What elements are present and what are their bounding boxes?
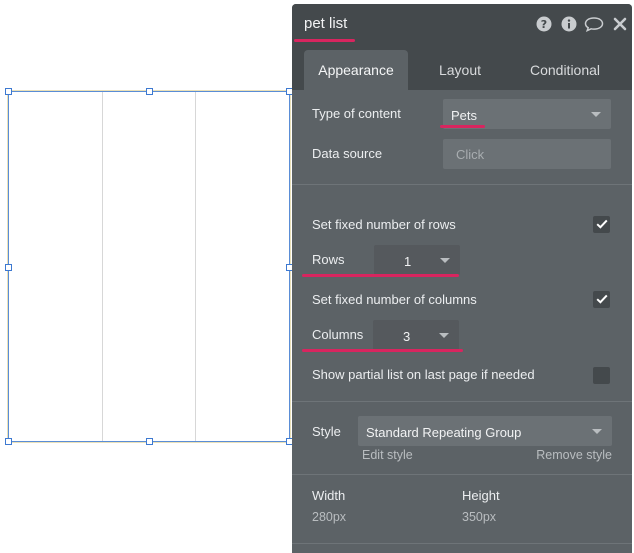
chevron-down-icon [591, 112, 601, 117]
tab-layout[interactable]: Layout [418, 50, 502, 90]
rows-highlight [302, 274, 459, 277]
comment-icon[interactable] [584, 16, 604, 32]
info-icon[interactable] [561, 16, 577, 32]
svg-text:?: ? [541, 18, 547, 31]
chevron-down-icon [592, 429, 602, 434]
style-label: Style [312, 424, 341, 439]
rows-label: Rows [312, 252, 345, 267]
height-label: Height [462, 488, 500, 503]
section-divider [292, 543, 632, 544]
height-value: 350px [462, 510, 497, 524]
rows-dropdown[interactable]: 1 [374, 245, 460, 275]
section-divider [292, 184, 632, 185]
style-value: Standard Repeating Group [366, 425, 522, 440]
tab-appearance[interactable]: Appearance [304, 50, 408, 90]
resize-handle-top-center[interactable] [146, 88, 153, 95]
panel-header: pet list ? [292, 4, 632, 44]
partial-list-label: Show partial list on last page if needed [312, 367, 535, 382]
fixed-columns-checkbox[interactable] [593, 291, 610, 308]
columns-highlight [302, 349, 463, 352]
fixed-rows-label: Set fixed number of rows [312, 217, 456, 232]
partial-list-checkbox[interactable] [593, 367, 610, 384]
rows-value: 1 [404, 254, 412, 269]
type-of-content-highlight [440, 125, 485, 128]
columns-value: 3 [403, 329, 411, 344]
columns-label: Columns [312, 327, 364, 342]
fixed-columns-label: Set fixed number of columns [312, 292, 477, 307]
chevron-down-icon [439, 333, 449, 338]
data-source-label: Data source [312, 146, 383, 161]
title-highlight [294, 39, 355, 42]
chevron-down-icon [440, 258, 450, 263]
checkmark-icon [596, 291, 608, 309]
remove-style-link[interactable]: Remove style [536, 448, 612, 462]
help-icon[interactable]: ? [536, 16, 552, 32]
style-dropdown[interactable]: Standard Repeating Group [358, 416, 612, 446]
width-value: 280px [312, 510, 347, 524]
data-source-field[interactable]: Click [443, 139, 611, 169]
element-name[interactable]: pet list [304, 15, 347, 32]
close-icon[interactable] [612, 16, 628, 32]
type-of-content-value: Pets [451, 108, 478, 123]
type-of-content-label: Type of content [312, 106, 401, 121]
edit-style-link[interactable]: Edit style [362, 448, 413, 462]
property-editor-panel: pet list ? Appearance Layout Conditional… [292, 4, 632, 553]
checkmark-icon [596, 216, 608, 234]
width-label: Width [312, 488, 346, 503]
columns-dropdown[interactable]: 3 [373, 320, 459, 350]
resize-handle-top-left[interactable] [5, 88, 12, 95]
data-source-placeholder: Click [456, 147, 485, 162]
resize-handle-bottom-left[interactable] [5, 438, 12, 445]
resize-handle-middle-left[interactable] [5, 264, 12, 271]
column-divider [102, 92, 103, 441]
column-divider [195, 92, 196, 441]
fixed-rows-checkbox[interactable] [593, 216, 610, 233]
section-divider [292, 401, 632, 402]
section-divider [292, 474, 632, 475]
tab-conditional[interactable]: Conditional [514, 50, 616, 90]
repeating-group-element[interactable] [8, 91, 290, 442]
resize-handle-bottom-center[interactable] [146, 438, 153, 445]
tab-bar: Appearance Layout Conditional [292, 44, 632, 90]
